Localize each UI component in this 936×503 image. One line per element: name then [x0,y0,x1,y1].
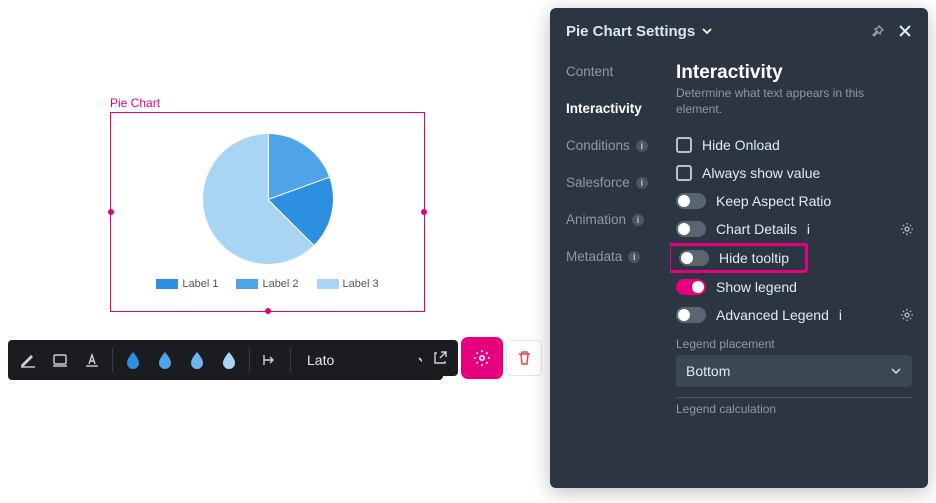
option-advanced-legend[interactable]: Advanced Legend i [676,301,912,329]
open-external-button[interactable] [422,340,458,376]
pin-icon[interactable] [866,20,888,42]
legend-item: Label 2 [236,278,298,290]
option-label: Show legend [716,279,797,295]
toggle[interactable] [676,279,706,295]
border-color-button[interactable] [46,346,74,374]
legend-placement-label: Legend placement [676,337,912,351]
fill-color-button[interactable] [14,346,42,374]
toggle[interactable] [679,250,709,266]
option-chart-details[interactable]: Chart Details i [676,215,912,243]
legend-item: Label 3 [317,278,379,290]
font-select[interactable]: Lato [297,345,437,375]
checkbox[interactable] [676,165,692,181]
option-label: Hide tooltip [719,250,789,266]
settings-panel: Pie Chart Settings Content Interactivity… [550,8,928,488]
option-hide-tooltip[interactable]: Hide tooltip [670,243,808,273]
option-label: Advanced Legend [716,307,829,323]
info-icon: i [636,140,648,152]
format-toolbar: Lato [8,340,443,380]
chart-canvas[interactable]: Pie Chart Label 1 Label 2 Label 3 [110,96,425,312]
tab-interactivity[interactable]: Interactivity [566,101,670,116]
tab-metadata[interactable]: Metadatai [566,249,670,264]
chart-legend: Label 1 Label 2 Label 3 [156,278,378,290]
chart-selection-box[interactable]: Label 1 Label 2 Label 3 [110,112,425,312]
series-color-3[interactable] [183,346,211,374]
tab-conditions[interactable]: Conditionsi [566,138,670,153]
select-value: Bottom [686,363,730,379]
tab-content[interactable]: Content [566,64,670,79]
section-subtext: Determine what text appears in this elem… [676,86,912,117]
pie-chart [203,134,333,264]
info-icon: i [807,221,810,237]
text-color-button[interactable] [78,346,106,374]
close-icon[interactable] [894,20,916,42]
spacing-button[interactable] [256,346,284,374]
panel-content: Interactivity Determine what text appear… [670,52,928,488]
panel-tabs: Content Interactivity Conditionsi Salesf… [550,52,670,488]
legend-calculation-label: Legend calculation [676,402,912,416]
option-label: Hide Onload [702,137,780,153]
toggle[interactable] [676,221,706,237]
section-heading: Interactivity [676,62,912,84]
toggle[interactable] [676,307,706,323]
toggle[interactable] [676,193,706,209]
panel-header: Pie Chart Settings [550,8,928,52]
option-label: Keep Aspect Ratio [716,193,831,209]
legend-item: Label 1 [156,278,218,290]
checkbox[interactable] [676,137,692,153]
legend-placement-select[interactable]: Bottom [676,355,912,387]
option-label: Chart Details [716,221,797,237]
option-label: Always show value [702,165,820,181]
chart-title-label: Pie Chart [110,96,425,110]
series-color-4[interactable] [215,346,243,374]
option-always-show-value[interactable]: Always show value [676,159,912,187]
option-hide-onload[interactable]: Hide Onload [676,131,912,159]
tab-animation[interactable]: Animationi [566,212,670,227]
panel-title: Pie Chart Settings [566,23,695,40]
gear-icon[interactable] [900,222,914,236]
series-color-2[interactable] [151,346,179,374]
chevron-down-icon[interactable] [701,25,713,37]
chevron-down-icon [890,365,902,377]
option-keep-aspect-ratio[interactable]: Keep Aspect Ratio [676,187,912,215]
font-select-button[interactable]: Lato [297,345,437,375]
tab-salesforce[interactable]: Salesforcei [566,175,670,190]
info-icon: i [628,251,640,263]
info-icon: i [632,214,644,226]
info-icon: i [636,177,648,189]
gear-icon[interactable] [900,308,914,322]
settings-gear-button[interactable] [464,340,500,376]
info-icon: i [839,307,842,323]
delete-button[interactable] [506,340,542,376]
option-show-legend[interactable]: Show legend [676,273,912,301]
series-color-1[interactable] [119,346,147,374]
